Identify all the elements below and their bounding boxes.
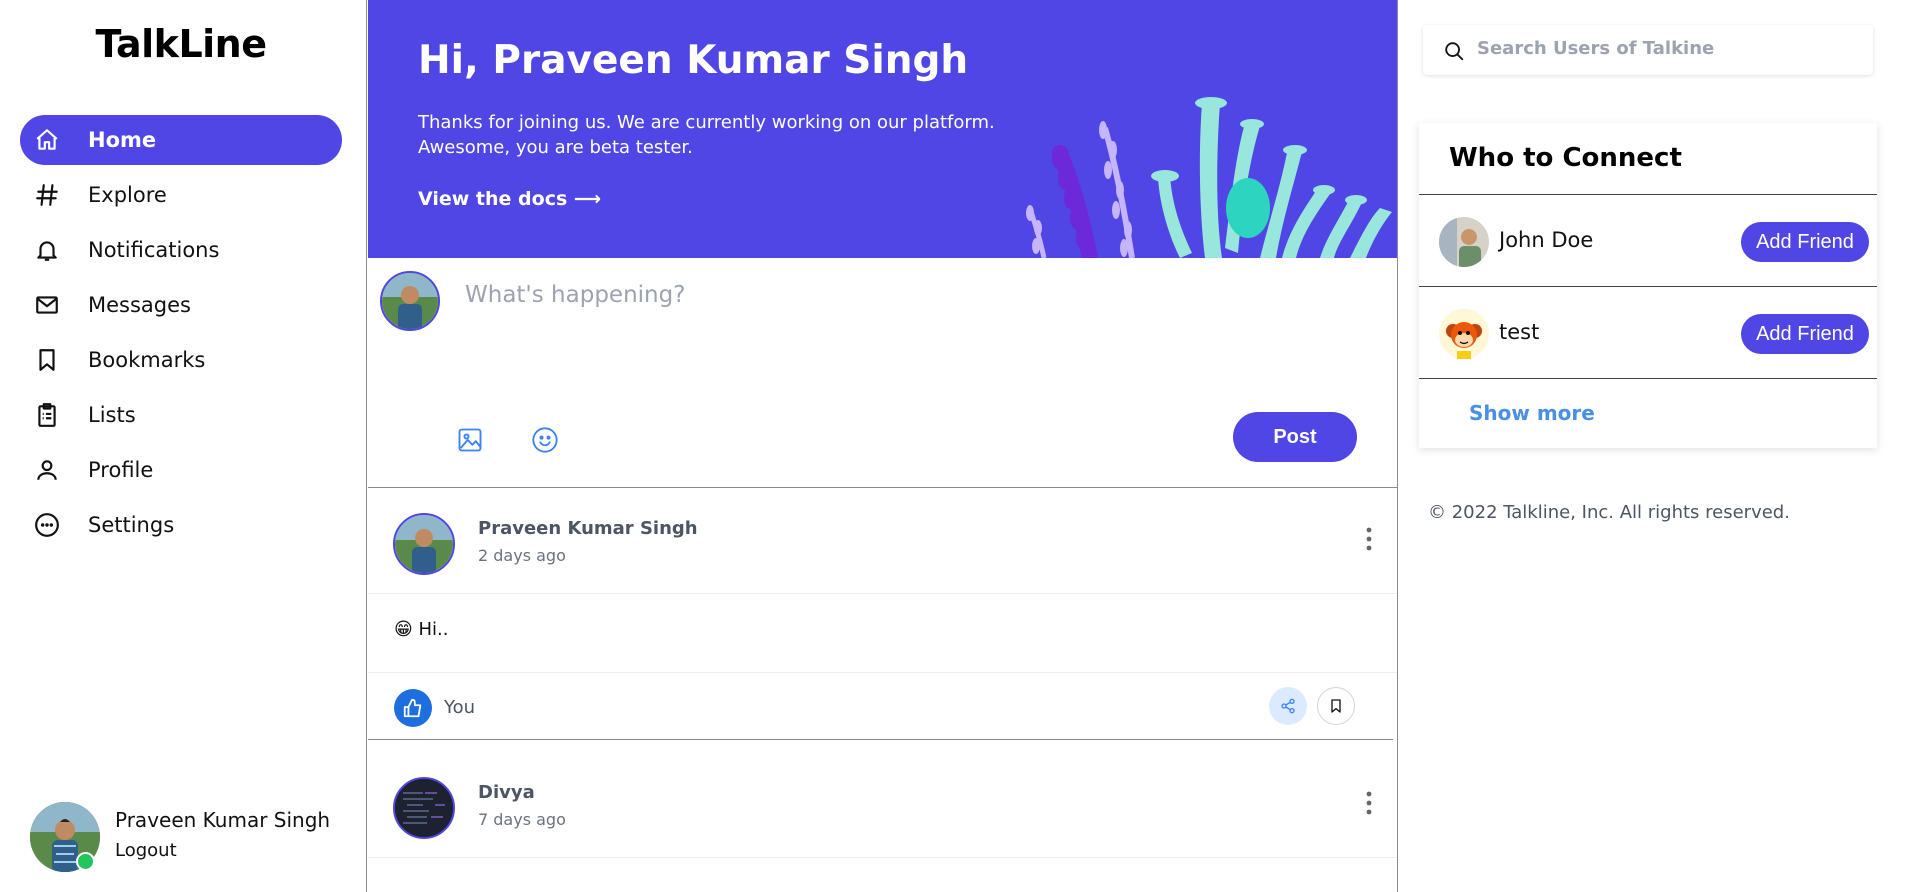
feed-post: Praveen Kumar Singh 2 days ago 😁 Hi.. Yo… [368, 488, 1397, 751]
search-icon [1443, 40, 1465, 66]
nav-item-notifications[interactable]: Notifications [20, 225, 342, 275]
post-actions: You [368, 673, 1393, 740]
banner-greeting: Hi, Praveen Kumar Singh [418, 38, 969, 83]
nav-label-notifications: Notifications [88, 238, 220, 262]
mail-icon [32, 290, 62, 320]
copyright-text: © 2022 Talkline, Inc. All rights reserve… [1428, 502, 1790, 523]
post-header: Praveen Kumar Singh 2 days ago [368, 488, 1397, 594]
who-to-connect-card: Who to Connect John Doe Add Friend test … [1419, 123, 1877, 448]
nav-item-messages[interactable]: Messages [20, 280, 342, 330]
nav-item-explore[interactable]: Explore [20, 170, 342, 220]
arrow-right-icon: ⟶ [573, 188, 602, 210]
who-to-connect-title: Who to Connect [1449, 143, 1682, 173]
add-friend-button[interactable]: Add Friend [1741, 314, 1869, 354]
online-status-indicator [76, 852, 95, 871]
emoji-icon[interactable] [531, 426, 559, 454]
post-timestamp: 2 days ago [478, 546, 566, 565]
nav-item-bookmarks[interactable]: Bookmarks [20, 335, 342, 385]
nav-label-profile: Profile [88, 458, 154, 482]
avatar[interactable] [1439, 217, 1489, 267]
current-user-card[interactable]: Praveen Kumar Singh Logout [30, 800, 350, 872]
post-timestamp: 7 days ago [478, 810, 566, 829]
search-input[interactable] [1475, 37, 1859, 60]
logout-link[interactable]: Logout [115, 840, 177, 861]
image-icon[interactable] [456, 426, 484, 454]
avatar[interactable] [393, 777, 455, 839]
nav-label-settings: Settings [88, 513, 175, 537]
suggestion-row: test Add Friend [1419, 287, 1877, 377]
bookmark-icon [1331, 699, 1341, 713]
share-icon [1281, 698, 1295, 714]
more-options-icon[interactable] [1363, 788, 1375, 818]
view-docs-label: View the docs [418, 188, 568, 210]
like-button[interactable] [394, 689, 432, 727]
app-logo[interactable]: TalkLine [0, 22, 362, 66]
home-icon [32, 125, 62, 155]
nav-item-settings[interactable]: Settings [20, 500, 342, 550]
avatar[interactable] [393, 513, 455, 575]
right-sidebar: Who to Connect John Doe Add Friend [1398, 0, 1910, 892]
post-header: Divya 7 days ago [368, 752, 1397, 858]
user-icon [32, 455, 62, 485]
post-content: 😁 Hi.. [368, 594, 1397, 673]
more-circle-icon [32, 510, 62, 540]
main-feed: Hi, Praveen Kumar Singh Thanks for joini… [368, 0, 1398, 892]
nav-label-home: Home [88, 128, 157, 152]
more-options-icon[interactable] [1363, 524, 1375, 554]
post-composer: Post [368, 259, 1397, 488]
thumbs-up-icon [403, 698, 422, 718]
post-text: 😁 Hi.. [394, 619, 449, 640]
nav-label-messages: Messages [88, 293, 191, 317]
nav-label-explore: Explore [88, 183, 167, 207]
likes-label: You [444, 697, 476, 718]
main-nav: Home Explore Notifications Messages Book… [20, 115, 342, 555]
current-user-name: Praveen Kumar Singh [115, 808, 331, 832]
bookmark-icon [32, 345, 62, 375]
user-search [1423, 25, 1873, 75]
nav-item-profile[interactable]: Profile [20, 445, 342, 495]
clipboard-list-icon [32, 400, 62, 430]
show-more-link[interactable]: Show more [1469, 401, 1595, 425]
avatar[interactable] [380, 271, 440, 331]
welcome-banner: Hi, Praveen Kumar Singh Thanks for joini… [368, 0, 1397, 258]
share-button[interactable] [1269, 687, 1307, 725]
bell-icon [32, 235, 62, 265]
post-author[interactable]: Praveen Kumar Singh [478, 518, 698, 539]
feed-post: Divya 7 days ago [368, 752, 1397, 892]
coral-illustration [1026, 97, 1392, 258]
compose-input[interactable] [463, 281, 1267, 309]
post-author[interactable]: Divya [478, 782, 535, 803]
suggestion-row: John Doe Add Friend [1419, 195, 1877, 285]
add-friend-button[interactable]: Add Friend [1741, 222, 1869, 262]
nav-item-home[interactable]: Home [20, 115, 342, 165]
divider [1419, 378, 1877, 379]
nav-item-lists[interactable]: Lists [20, 390, 342, 440]
avatar[interactable] [1439, 309, 1489, 359]
banner-message: Thanks for joining us. We are currently … [418, 112, 995, 158]
nav-label-bookmarks: Bookmarks [88, 348, 206, 372]
nav-label-lists: Lists [88, 403, 136, 427]
suggestion-name[interactable]: John Doe [1499, 228, 1593, 252]
post-button[interactable]: Post [1233, 412, 1357, 462]
left-sidebar: TalkLine Home Explore Notifications Mess… [0, 0, 367, 892]
view-docs-link[interactable]: View the docs ⟶ [418, 188, 601, 210]
suggestion-name[interactable]: test [1499, 320, 1539, 344]
bookmark-button[interactable] [1317, 687, 1355, 725]
hashtag-icon [32, 180, 62, 210]
